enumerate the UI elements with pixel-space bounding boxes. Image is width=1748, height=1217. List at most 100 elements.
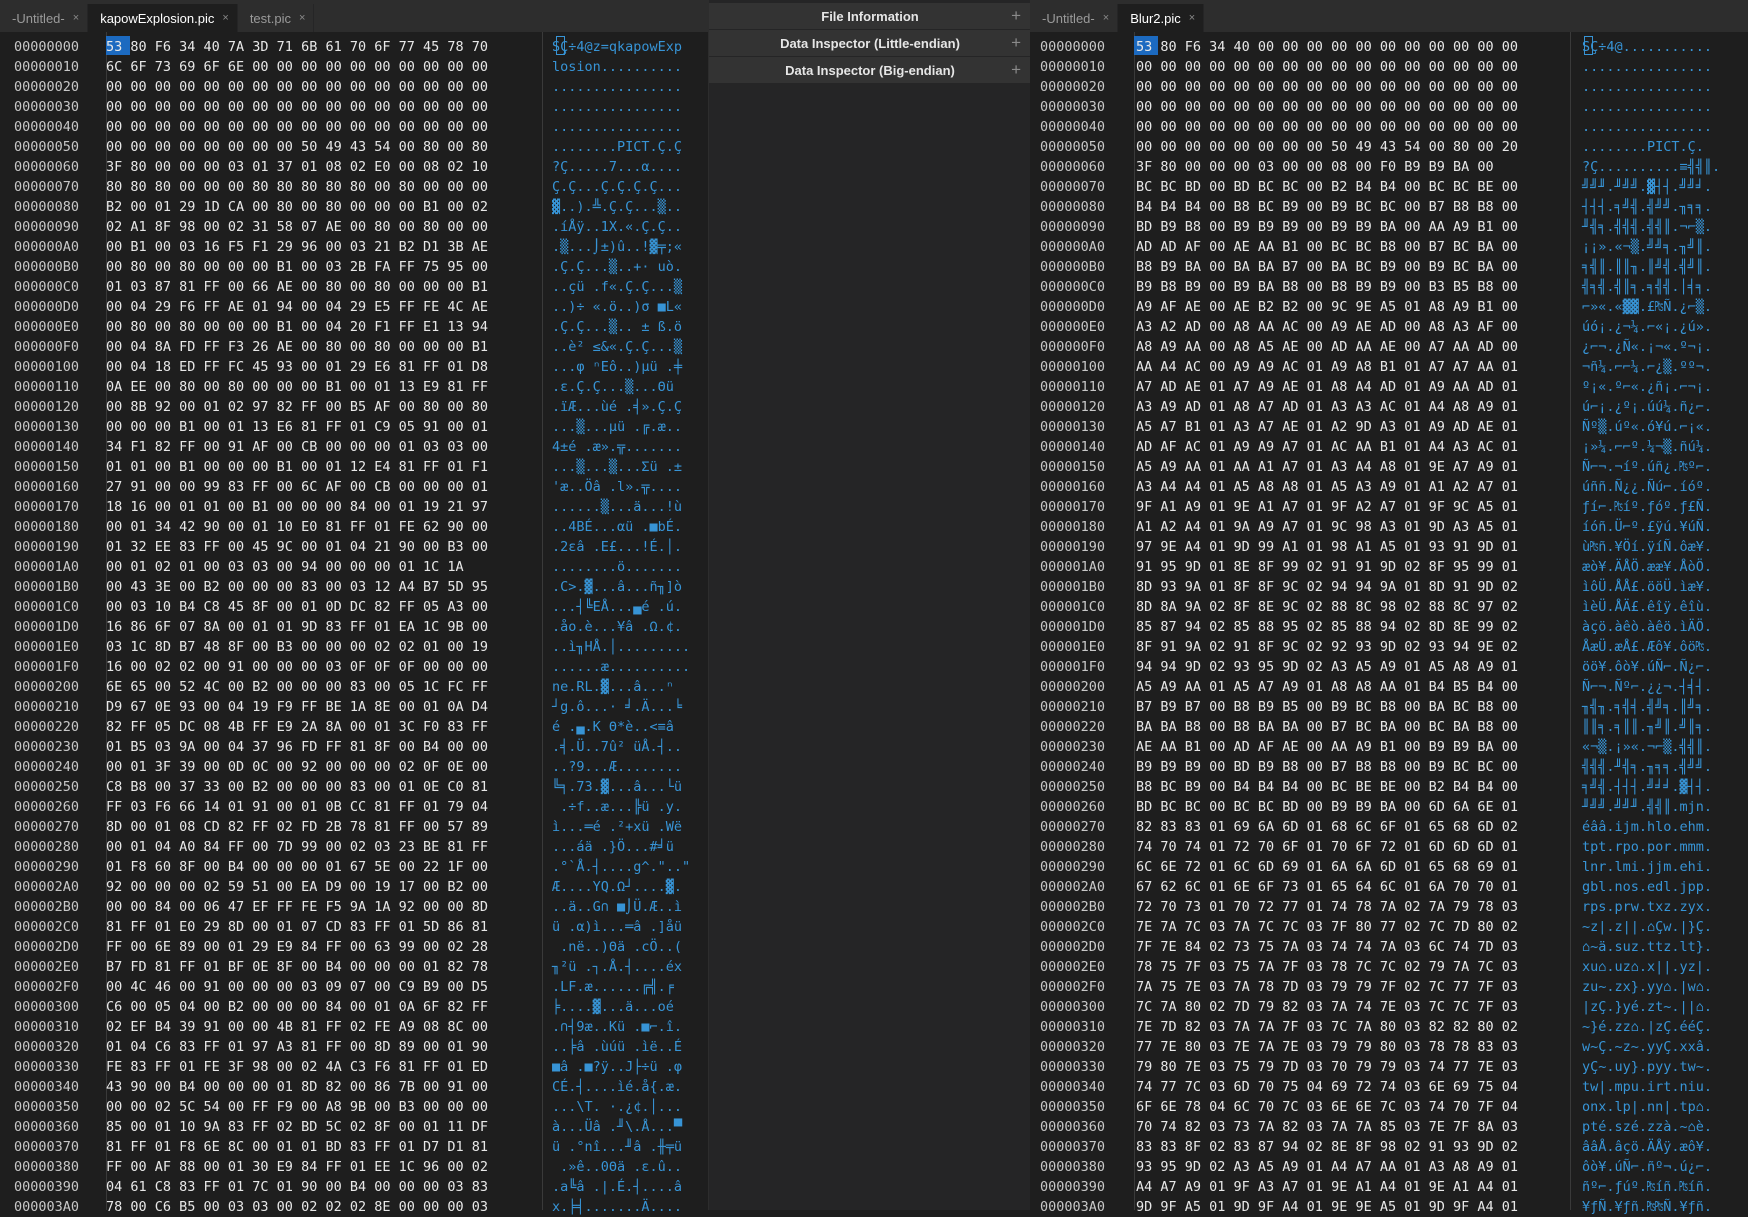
expand-plus-icon[interactable]: + (1011, 6, 1021, 26)
row-hex-bytes[interactable]: 01 32 EE 83 FF 00 45 9C 00 01 04 21 90 0… (106, 537, 538, 557)
row-hex-bytes[interactable]: FE 83 FF 01 FE 3F 98 00 02 4A C3 F6 81 F… (106, 1057, 538, 1077)
row-ascii-text[interactable]: ╜╣╕.╣╣╣.╣╣║.¬⌐▒. (1582, 217, 1712, 237)
row-hex-bytes[interactable]: 00 43 3E 00 B2 00 00 00 83 00 03 12 A4 B… (106, 577, 538, 597)
row-ascii-text[interactable]: SÇ÷4@........... (1582, 37, 1712, 57)
row-hex-bytes[interactable]: 8D 00 01 08 CD 82 FF 02 FD 2B 78 81 FF 0… (106, 817, 538, 837)
row-ascii-text[interactable]: ..ì╖HÅ.│......... (552, 637, 690, 657)
row-hex-bytes[interactable]: 78 00 C6 B5 00 03 03 00 02 02 02 8E 00 0… (106, 1197, 538, 1217)
row-hex-bytes[interactable]: 18 16 00 01 01 00 B1 00 00 00 84 00 01 1… (106, 497, 538, 517)
row-ascii-text[interactable]: .ε.Ç.Ç...▒...Θü (552, 377, 682, 397)
row-ascii-text[interactable]: ƒí⌐.₧íº.ƒóº.ƒ£Ñ. (1582, 497, 1712, 517)
row-ascii-text[interactable]: ................ (552, 97, 682, 117)
row-ascii-text[interactable]: àçö.àêò.àêö.ìÄÖ. (1582, 617, 1712, 637)
row-hex-bytes[interactable]: 83 83 8F 02 83 87 94 02 8E 8F 98 02 91 9… (1136, 1137, 1568, 1157)
row-ascii-text[interactable]: ìèÜ.ÅÄ£.êîÿ.êîù. (1582, 597, 1712, 617)
row-ascii-text[interactable]: ...\T. ·.¿¢.│... (552, 1097, 682, 1117)
row-hex-bytes[interactable]: 77 7E 80 03 7E 7A 7E 03 79 79 80 03 78 7… (1136, 1037, 1568, 1057)
hex-view[interactable]: 00000000 53 80 F6 34 40 7A 3D 71 6B 61 70… (0, 32, 708, 1217)
row-hex-bytes[interactable]: AD AF AC 01 A9 A9 A7 01 AC AA B1 01 A4 A… (1136, 437, 1568, 457)
file-tab[interactable]: kapowExplosion.pic × (88, 4, 238, 32)
close-tab-icon[interactable]: × (1103, 12, 1109, 24)
row-ascii-text[interactable]: gbl.nos.edl.jpp. (1582, 877, 1712, 897)
row-ascii-text[interactable]: Ñ⌐¬.¬íº.úñ¿.₧º⌐. (1582, 457, 1712, 477)
file-tab[interactable]: Blur2.pic × (1118, 4, 1205, 32)
row-hex-bytes[interactable]: AE AA B1 00 AD AF AE 00 AA A9 B1 00 B9 B… (1136, 737, 1568, 757)
row-hex-bytes[interactable]: 00 00 84 00 06 47 EF FF FE F5 9A 1A 92 0… (106, 897, 538, 917)
row-hex-bytes[interactable]: 85 00 01 10 9A 83 FF 02 BD 5C 02 8F 00 0… (106, 1117, 538, 1137)
row-hex-bytes[interactable]: 00 01 3F 39 00 0D 0C 00 92 00 00 00 02 0… (106, 757, 538, 777)
row-hex-bytes[interactable]: 9D 9F A5 01 9D 9F A4 01 9E 9E A5 01 9D 9… (1136, 1197, 1568, 1217)
inspector-section-header[interactable]: File Information + (709, 3, 1031, 30)
row-ascii-text[interactable]: ........ö....... (552, 557, 682, 577)
row-hex-bytes[interactable]: 00 4C 46 00 91 00 00 00 03 09 07 00 C9 B… (106, 977, 538, 997)
row-ascii-text[interactable]: w~Ç.~z~.yyÇ.xxâ. (1582, 1037, 1712, 1057)
row-hex-bytes[interactable]: B2 00 01 29 1D CA 00 80 00 80 00 00 00 B… (106, 197, 538, 217)
row-ascii-text[interactable]: ¡¡».«¬▒.╝╝╕.╖╝║. (1582, 237, 1712, 257)
row-hex-bytes[interactable]: 0A EE 00 80 00 80 00 00 00 B1 00 01 13 E… (106, 377, 538, 397)
row-ascii-text[interactable]: à...Üâ .╜\.Å...▀ (552, 1117, 682, 1137)
row-ascii-text[interactable]: ~}é.zz⌂.|zÇ.ééÇ. (1582, 1017, 1712, 1037)
row-hex-bytes[interactable]: 00 00 00 00 00 00 00 00 00 00 00 00 00 0… (106, 97, 538, 117)
row-hex-bytes[interactable]: C8 B8 00 37 33 00 B2 00 00 00 83 00 01 0… (106, 777, 538, 797)
row-ascii-text[interactable]: CÉ.┤....ìé.å{.æ. (552, 1077, 682, 1097)
row-hex-bytes[interactable]: 01 04 C6 83 FF 01 97 A3 81 FF 00 8D 89 0… (106, 1037, 538, 1057)
row-hex-bytes[interactable]: 02 EF B4 39 91 00 00 4B 81 FF 02 FE A9 0… (106, 1017, 538, 1037)
row-hex-bytes[interactable]: 92 00 00 00 02 59 51 00 EA D9 00 19 17 0… (106, 877, 538, 897)
row-ascii-text[interactable]: ..ä..G∩ ■⌡Ü.Æ..ì (552, 897, 682, 917)
row-ascii-text[interactable]: ⌂~ä.suz.ttz.lt}. (1582, 937, 1712, 957)
row-ascii-text[interactable]: éââ.ijm.hlo.ehm. (1582, 817, 1712, 837)
row-ascii-text[interactable]: Ñ⌐¬.Ñº⌐.¿¿¬.┤╡┤. (1582, 677, 1712, 697)
row-ascii-text[interactable]: ╚╕.73.▓...â...└ü (552, 777, 682, 797)
row-hex-bytes[interactable]: 97 9E A4 01 9D 99 A1 01 98 A1 A5 01 93 9… (1136, 537, 1568, 557)
row-ascii-text[interactable]: ú⌐¡.¿º¡.úú¼.ñ¿⌐. (1582, 397, 1712, 417)
row-hex-bytes[interactable]: 78 75 7F 03 75 7A 7F 03 78 7C 7C 02 79 7… (1136, 957, 1568, 977)
row-ascii-text[interactable]: ¡»¼.⌐⌐º.¼¬▒.ñú¼. (1582, 437, 1712, 457)
row-ascii-text[interactable]: ╕╝╣.┤┤┤.╝╛╛.▓┤┤. (1582, 777, 1712, 797)
row-ascii-text[interactable]: ?Ç.....7...α.... (552, 157, 682, 177)
row-ascii-text[interactable]: º¡«.º⌐«.¿ñ¡.⌐¬¡. (1582, 377, 1712, 397)
row-ascii-text[interactable]: .»ê..0Θä .ε.û.. (552, 1157, 682, 1177)
row-ascii-text[interactable]: 'æ..Öâ .l».╦.... (552, 477, 682, 497)
row-ascii-text[interactable]: |zÇ.}yé.zt~.||⌂. (1582, 997, 1712, 1017)
row-ascii-text[interactable]: ââÅ.âçö.ÄÅÿ.æô¥. (1582, 1137, 1712, 1157)
row-hex-bytes[interactable]: D9 67 0E 93 00 04 19 F9 FF BE 1A 8E 00 0… (106, 697, 538, 717)
row-ascii-text[interactable]: ........PICT.Ç.Ç (552, 137, 682, 157)
row-ascii-text[interactable]: ¥ƒÑ.¥ƒñ.₧₧Ñ.¥ƒñ. (1582, 1197, 1712, 1217)
row-ascii-text[interactable]: .Ç.Ç...▒..+· uò. (552, 257, 682, 277)
row-ascii-text[interactable]: Ñº▒.úº«.ó¥ú.⌐¡«. (1582, 417, 1712, 437)
row-ascii-text[interactable]: .Ç.Ç...▒.. ± ß.ö (552, 317, 682, 337)
row-hex-bytes[interactable]: 85 87 94 02 85 88 95 02 85 88 94 02 8D 8… (1136, 617, 1568, 637)
row-hex-bytes[interactable]: B8 BC B9 00 B4 B4 B4 00 BC BE BE 00 B2 B… (1136, 777, 1568, 797)
row-ascii-text[interactable]: ...▒...µü .╔.æ.. (552, 417, 682, 437)
row-hex-bytes[interactable]: 00 00 00 00 00 00 00 00 00 00 00 00 00 0… (1136, 57, 1568, 77)
row-ascii-text[interactable]: ╝╝╜.╜╝╝.▓┤┤.╝╝╛. (1582, 177, 1712, 197)
row-ascii-text[interactable]: SÇ÷4@z=qkapowExp (552, 37, 682, 57)
row-hex-bytes[interactable]: C6 00 05 04 00 B2 00 00 00 84 00 01 0A 6… (106, 997, 538, 1017)
row-hex-bytes[interactable]: 00 04 8A FD FF F3 26 AE 00 80 00 80 00 0… (106, 337, 538, 357)
row-hex-bytes[interactable]: B8 B9 BA 00 BA BA B7 00 BA BC B9 00 B9 B… (1136, 257, 1568, 277)
row-ascii-text[interactable]: lnr.lmi.jjm.ehi. (1582, 857, 1712, 877)
row-ascii-text[interactable]: ........PICT.Ç. (1582, 137, 1712, 157)
row-hex-bytes[interactable]: 8D 93 9A 01 8F 8F 9C 02 94 94 9A 01 8D 9… (1136, 577, 1568, 597)
row-ascii-text[interactable]: ................ (1582, 57, 1712, 77)
row-ascii-text[interactable]: xu⌂.uz⌂.x||.yz|. (1582, 957, 1712, 977)
row-ascii-text[interactable]: losion.......... (552, 57, 682, 77)
row-hex-bytes[interactable]: 93 95 9D 02 A3 A5 A9 01 A4 A7 AA 01 A3 A… (1136, 1157, 1568, 1177)
row-ascii-text[interactable]: ║║╕.╕║║.╖╝║.╝║╕. (1582, 717, 1712, 737)
row-hex-bytes[interactable]: 01 F8 60 8F 00 B4 00 00 00 01 67 5E 00 2… (106, 857, 538, 877)
row-ascii-text[interactable]: pté.szé.zzà.~⌂è. (1582, 1117, 1712, 1137)
file-tab[interactable]: -Untitled- × (0, 4, 89, 32)
row-hex-bytes[interactable]: 79 80 7E 03 75 79 7D 03 70 79 79 03 74 7… (1136, 1057, 1568, 1077)
expand-plus-icon[interactable]: + (1011, 60, 1021, 80)
row-hex-bytes[interactable]: 6F 6E 78 04 6C 70 7C 03 6E 6E 7C 03 74 7… (1136, 1097, 1568, 1117)
row-ascii-text[interactable]: .íÅÿ..1X.«.Ç.Ç.. (552, 217, 682, 237)
inspector-section-header[interactable]: Data Inspector (Big-endian) + (709, 57, 1031, 84)
row-hex-bytes[interactable]: 8F 91 9A 02 91 8F 9C 02 92 93 9D 02 93 9… (1136, 637, 1568, 657)
row-ascii-text[interactable]: ..?9...Æ........ (552, 757, 682, 777)
hex-view[interactable]: 00000000 53 80 F6 34 40 00 00 00 00 00 00… (1030, 32, 1748, 1217)
row-hex-bytes[interactable]: 00 00 00 B1 00 01 13 E6 81 FF 01 C9 05 9… (106, 417, 538, 437)
row-hex-bytes[interactable]: FF 03 F6 66 14 01 91 00 01 0B CC 81 FF 0… (106, 797, 538, 817)
row-hex-bytes[interactable]: A7 AD AE 01 A7 A9 AE 01 A8 A4 AD 01 A9 A… (1136, 377, 1568, 397)
row-hex-bytes[interactable]: 80 80 80 00 00 00 80 80 80 80 80 00 80 0… (106, 177, 538, 197)
row-ascii-text[interactable]: ü .°nî...╜â .╫╤ü (552, 1137, 682, 1157)
